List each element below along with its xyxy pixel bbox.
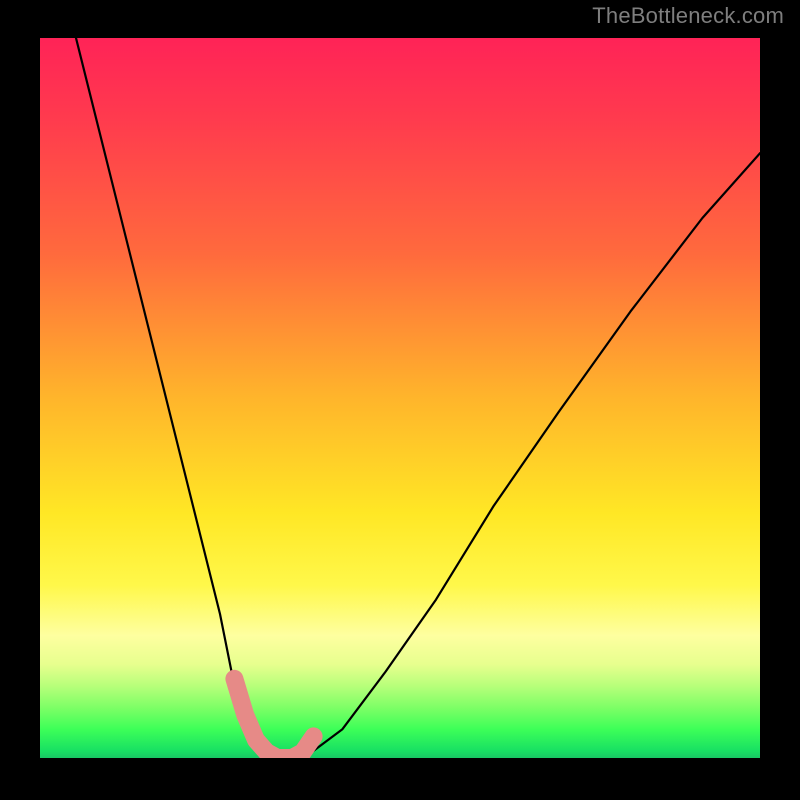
- plot-area: [40, 38, 760, 758]
- chart-frame: TheBottleneck.com: [0, 0, 800, 800]
- curve-layer: [40, 38, 760, 758]
- accent-segment: [234, 679, 313, 758]
- bottleneck-curve: [76, 38, 760, 758]
- watermark-text: TheBottleneck.com: [592, 3, 784, 29]
